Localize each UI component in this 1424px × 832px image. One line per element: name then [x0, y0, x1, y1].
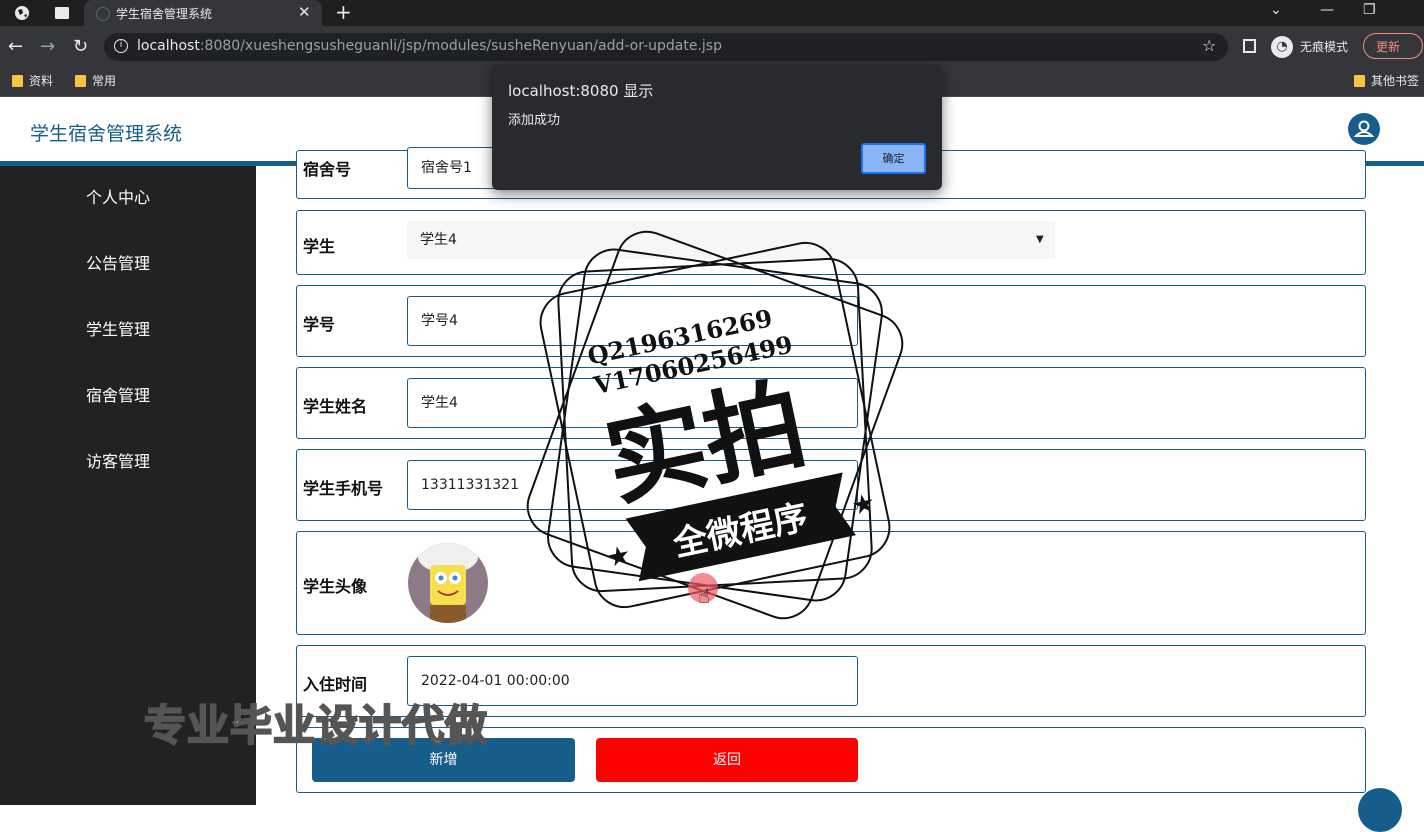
folder-icon: [12, 74, 23, 87]
bookmark-folder-ziliao[interactable]: 资料: [12, 72, 53, 89]
tab-favicon-icon: [96, 7, 110, 21]
bookmark-star-icon[interactable]: ☆: [1202, 36, 1216, 55]
dialog-message: 添加成功: [508, 113, 561, 128]
address-url[interactable]: localhost:8080/xueshengsusheguanli/jsp/m…: [137, 38, 722, 54]
tab-list-chevron-icon[interactable]: ⌄: [1270, 2, 1282, 18]
sidebar-item-student[interactable]: 学生管理: [0, 316, 236, 340]
app-title: 学生宿舍管理系统: [30, 123, 183, 145]
star-icon: ★: [849, 488, 878, 522]
side-panel-icon[interactable]: [1243, 39, 1256, 53]
other-bookmarks[interactable]: 其他书签: [1354, 72, 1419, 89]
site-info-icon[interactable]: i: [114, 39, 128, 53]
update-button[interactable]: 更新: [1363, 33, 1423, 59]
back-arrow-icon[interactable]: ←: [8, 36, 23, 57]
sidebar-item-dorm[interactable]: 宿舍管理: [0, 382, 236, 406]
chevron-down-icon[interactable]: ▼: [1036, 234, 1044, 245]
globe-icon[interactable]: [13, 4, 31, 22]
incognito-icon: ◔: [1271, 36, 1293, 58]
student-phone-label: 学生手机号: [303, 479, 384, 498]
dorm-label: 宿舍号: [303, 160, 352, 179]
tab-title: 学生宿舍管理系统: [116, 7, 213, 21]
hand-cursor-icon: ☝: [698, 584, 711, 608]
forward-arrow-icon[interactable]: →: [40, 36, 55, 57]
sidebar-item-visitor[interactable]: 访客管理: [0, 448, 236, 472]
star-icon: ★: [604, 540, 633, 574]
sidebar-item-notice[interactable]: 公告管理: [0, 250, 236, 274]
dialog-title: localhost:8080 显示: [508, 82, 654, 100]
watermark-stamp: Q2196316269 V17060256499 实拍 全微程序 ★ ★: [526, 230, 904, 620]
user-icon: [1353, 120, 1375, 137]
back-button[interactable]: 返回: [596, 738, 858, 782]
tab-close-icon[interactable]: ✕: [298, 3, 311, 21]
bookmark-folder-changyong[interactable]: 常用: [75, 72, 116, 89]
reload-icon[interactable]: ↻: [73, 36, 88, 57]
student-name-label: 学生姓名: [303, 397, 368, 416]
new-tab-icon[interactable]: +: [335, 0, 352, 24]
minimize-icon[interactable]: —: [1320, 2, 1334, 18]
student-no-label: 学号: [303, 315, 336, 334]
sidebar-item-personal-center[interactable]: 个人中心: [0, 184, 236, 208]
folder-icon: [1354, 74, 1365, 87]
restore-icon[interactable]: ❐: [1363, 2, 1376, 18]
scroll-top-button[interactable]: [1358, 788, 1402, 832]
student-avatar-label: 学生头像: [303, 577, 368, 596]
bottom-watermark-text: 专业毕业设计代做: [143, 700, 489, 751]
tab-search-icon[interactable]: [53, 4, 71, 22]
student-label: 学生: [303, 237, 336, 256]
dialog-ok-button[interactable]: 确定: [861, 143, 926, 174]
user-avatar-button[interactable]: [1348, 113, 1380, 145]
folder-icon: [75, 74, 86, 87]
incognito-label: 无痕模式: [1300, 40, 1349, 54]
student-avatar-image[interactable]: [408, 543, 488, 623]
